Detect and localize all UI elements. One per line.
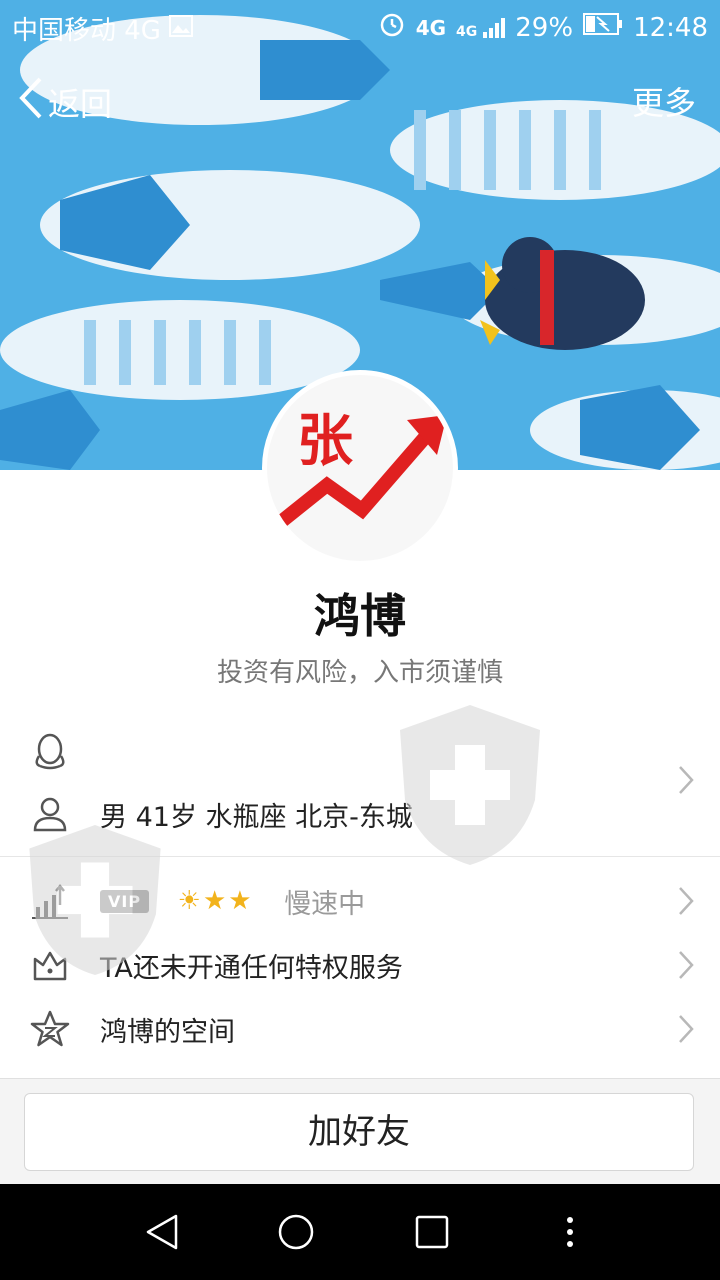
menu-dots-icon[interactable]	[550, 1212, 590, 1252]
action-bar: 加好友	[0, 1078, 720, 1185]
back-chevron-icon	[18, 76, 44, 128]
person-icon	[30, 794, 70, 834]
image-icon	[168, 14, 193, 44]
privilege-row[interactable]: TA还未开通任何特权服务	[0, 936, 720, 994]
profile-name: 鸿博	[314, 589, 406, 643]
qq-number-row[interactable]	[0, 722, 720, 782]
star-icon	[30, 1009, 70, 1049]
avatar-char: 张	[297, 409, 353, 474]
vip-badge: VIP	[100, 889, 150, 913]
level-row[interactable]: VIP ☀★★ 慢速中	[0, 872, 720, 930]
personal-info-row[interactable]: 男 41岁 水瓶座 北京-东城	[0, 784, 720, 844]
status-bar: 中国移动 4G 4G 4G 29% 12:48	[0, 0, 720, 52]
carrier-text: 中国移动 4G	[12, 16, 161, 46]
chevron-right-icon	[678, 1014, 694, 1044]
privilege-text: TA还未开通任何特权服务	[100, 952, 403, 984]
chevron-right-icon	[678, 950, 694, 980]
back-triangle-icon[interactable]	[142, 1212, 182, 1252]
crown-icon	[30, 945, 70, 985]
alarm-icon	[378, 10, 406, 45]
more-button[interactable]: 更多	[632, 78, 696, 124]
space-row[interactable]: 鸿博的空间	[0, 1000, 720, 1058]
back-button[interactable]: 返回	[18, 76, 112, 128]
system-nav-bar	[0, 1184, 720, 1280]
profile-signature: 投资有风险，入市须谨慎	[216, 658, 503, 688]
level-stars: ☀★★	[177, 886, 254, 916]
section-divider	[0, 856, 720, 857]
add-friend-button[interactable]: 加好友	[24, 1093, 694, 1171]
battery-icon	[583, 12, 623, 43]
level-speed-text: 慢速中	[284, 888, 366, 920]
network-4g-label: 4G	[415, 15, 447, 40]
avatar-image: 张	[267, 375, 453, 561]
home-circle-icon[interactable]	[276, 1212, 316, 1252]
clock-time: 12:48	[633, 12, 708, 43]
avatar[interactable]: 张	[262, 370, 458, 566]
personal-info-text: 男 41岁 水瓶座 北京-东城	[100, 801, 413, 833]
battery-percent: 29%	[515, 12, 574, 43]
recent-square-icon[interactable]	[412, 1212, 452, 1252]
chevron-right-icon	[678, 886, 694, 916]
space-text: 鸿博的空间	[100, 1016, 235, 1048]
level-icon	[30, 881, 70, 921]
chevron-right-icon[interactable]	[678, 765, 694, 799]
nav-bar: 返回 更多	[0, 70, 720, 130]
signal-icon: 4G	[456, 16, 506, 40]
qq-icon	[30, 732, 70, 772]
back-label: 返回	[48, 85, 113, 123]
